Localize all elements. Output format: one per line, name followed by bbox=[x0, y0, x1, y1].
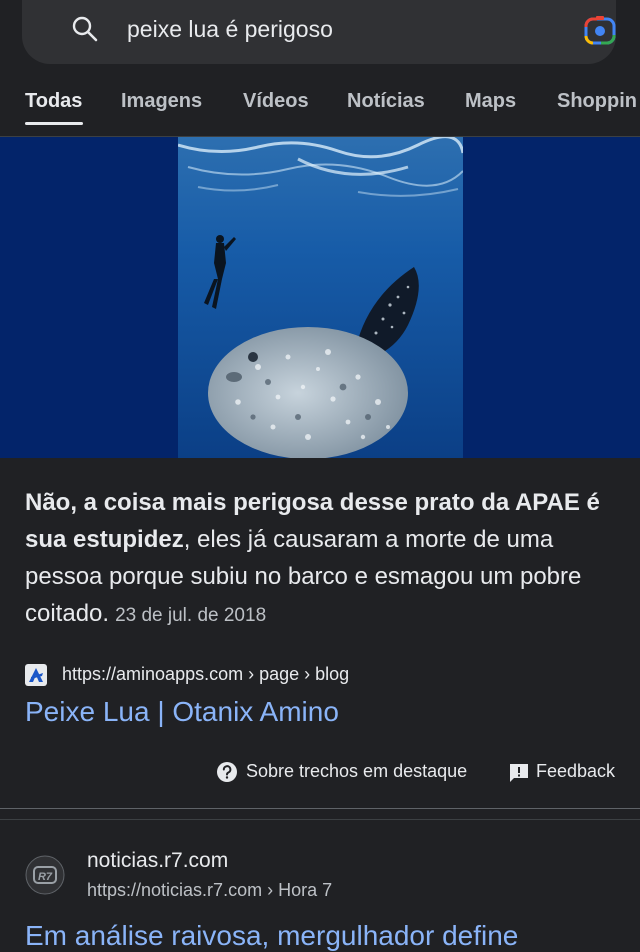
tab-videos[interactable]: Vídeos bbox=[243, 90, 309, 113]
tab-maps[interactable]: Maps bbox=[465, 90, 516, 113]
search-icon[interactable] bbox=[70, 14, 100, 44]
tab-noticias[interactable]: Notícias bbox=[347, 90, 425, 113]
source-url[interactable]: https://aminoapps.com › page › blog bbox=[62, 664, 349, 685]
search-bar[interactable]: peixe lua é perigoso bbox=[22, 0, 616, 64]
tab-imagens[interactable]: Imagens bbox=[121, 90, 202, 113]
active-tab-indicator bbox=[25, 122, 83, 125]
about-label: Sobre trechos em destaque bbox=[246, 761, 468, 781]
help-icon bbox=[217, 762, 237, 782]
divider bbox=[0, 819, 640, 820]
amino-logo-icon bbox=[25, 664, 47, 686]
search-input[interactable]: peixe lua é perigoso bbox=[127, 14, 333, 44]
search-tabs: Todas Imagens Vídeos Notícias Maps Shopp… bbox=[0, 84, 640, 124]
feedback-label: Feedback bbox=[536, 761, 616, 781]
svg-text:R7: R7 bbox=[38, 871, 53, 883]
tab-shopping[interactable]: Shoppin bbox=[557, 90, 637, 113]
feedback-icon bbox=[510, 764, 528, 782]
result-title-link[interactable]: Peixe Lua | Otanix Amino bbox=[25, 696, 339, 728]
result-site-name[interactable]: noticias.r7.com bbox=[87, 849, 228, 873]
result-url[interactable]: https://noticias.r7.com › Hora 7 bbox=[87, 880, 332, 901]
lens-camera-icon[interactable] bbox=[583, 13, 617, 47]
r7-logo-icon: R7 bbox=[25, 855, 65, 895]
tab-todas[interactable]: Todas bbox=[25, 90, 82, 113]
featured-image[interactable] bbox=[0, 137, 640, 458]
snippet-date: 23 de jul. de 2018 bbox=[115, 605, 267, 626]
sunfish-photo[interactable] bbox=[178, 137, 463, 458]
divider bbox=[0, 808, 640, 809]
featured-snippet-text: Não, a coisa mais perigosa desse prato d… bbox=[25, 484, 617, 634]
result-title-link[interactable]: Em análise raivosa, mergulhador define bbox=[25, 920, 518, 952]
